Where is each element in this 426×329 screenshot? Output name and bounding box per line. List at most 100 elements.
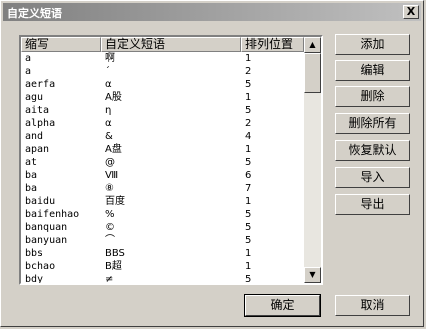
row-abbr: aerfa [25, 79, 56, 90]
row-abbr: banquan [25, 222, 68, 233]
row-abbr: baidu [25, 196, 56, 207]
row-phrase: ≠ [105, 274, 114, 283]
row-phrase: α [105, 118, 112, 129]
row-abbr: agu [25, 92, 44, 103]
column-header-abbr[interactable]: 缩写 [21, 37, 101, 52]
close-icon: X [406, 5, 416, 18]
column-header-phrase[interactable]: 自定义短语 [101, 37, 241, 52]
row-phrase: A盘 [105, 144, 122, 155]
title-bar: 自定义短语 X [3, 3, 421, 21]
table-row[interactable]: apan A盘 1 [21, 143, 304, 156]
row-position: 5 [245, 79, 252, 90]
row-phrase: & [105, 131, 113, 142]
table-row[interactable]: ba Ⅷ 6 [21, 169, 304, 182]
column-header-phrase-label: 自定义短语 [105, 37, 166, 51]
row-abbr: bdy [25, 274, 44, 283]
row-phrase: 啊 [105, 53, 115, 64]
table-row[interactable]: agu A股 1 [21, 91, 304, 104]
row-abbr: baifenhao [25, 209, 80, 220]
table-row[interactable]: and & 4 [21, 130, 304, 143]
table-row[interactable]: at @5 [21, 156, 304, 169]
table-row[interactable]: ba ⑧ 7 [21, 182, 304, 195]
column-header-position-label: 排列位置 [245, 37, 294, 51]
row-position: 6 [245, 170, 252, 181]
row-abbr: bbs [25, 248, 44, 259]
row-abbr: at [25, 157, 38, 168]
row-abbr: aita [25, 105, 50, 116]
row-position: 1 [245, 261, 252, 272]
row-phrase: Ⅷ [105, 170, 119, 181]
row-position: 5 [245, 209, 252, 220]
row-abbr: a [25, 66, 32, 77]
table-row[interactable]: bdy ≠ 5 [21, 273, 304, 283]
table-row[interactable]: bbs BBS 1 [21, 247, 304, 260]
row-abbr: apan [25, 144, 50, 155]
row-position: 5 [245, 222, 252, 233]
row-position: 4 [245, 131, 252, 142]
table-row[interactable]: bchao B超 1 [21, 260, 304, 273]
row-phrase: B超 [105, 261, 122, 272]
table-row[interactable]: banquan © 5 [21, 221, 304, 234]
row-position: 5 [245, 274, 252, 283]
column-header-position[interactable]: 排列位置 [241, 37, 304, 52]
table-row[interactable]: banyuan ⌒ 5 [21, 234, 304, 247]
row-phrase: ˊ [105, 66, 110, 77]
row-position: 1 [245, 53, 252, 64]
table-row[interactable]: baifenhao% 5 [21, 208, 304, 221]
row-abbr: ba [25, 183, 38, 194]
row-phrase: α [105, 79, 112, 90]
column-header-abbr-label: 缩写 [25, 37, 50, 51]
table-row[interactable]: a ˊ 2 [21, 65, 304, 78]
row-phrase: % [105, 209, 115, 220]
arrow-down-icon: ▼ [309, 270, 316, 279]
row-position: 5 [245, 235, 252, 246]
dialog-window: 自定义短语 X 缩写 自定义短语 排列位置 a 啊 1 a ˊ 2 aerfa α 5 agu A股… [0, 0, 424, 327]
row-position: 7 [245, 183, 252, 194]
table-row[interactable]: aerfa α 5 [21, 78, 304, 91]
row-abbr: ba [25, 170, 38, 181]
vertical-scrollbar[interactable]: ▲ ▼ [304, 37, 321, 283]
row-position: 1 [245, 248, 252, 259]
row-abbr: banyuan [25, 235, 68, 246]
row-abbr: bchao [25, 261, 56, 272]
row-phrase: A股 [105, 92, 122, 103]
row-position: 5 [245, 105, 252, 116]
row-position: 2 [245, 118, 252, 129]
cancel-button[interactable]: 取消 [335, 295, 410, 316]
row-position: 1 [245, 196, 252, 207]
table-row[interactable]: a 啊 1 [21, 52, 304, 65]
row-position: 1 [245, 144, 252, 155]
phrase-list-content: 缩写 自定义短语 排列位置 a 啊 1 a ˊ 2 aerfa α 5 agu A股 1 aita η 5 a… [21, 37, 304, 283]
scroll-down-button[interactable]: ▼ [304, 267, 321, 283]
scroll-thumb[interactable] [304, 53, 321, 93]
delete-all-button[interactable]: 删除所有 [335, 113, 410, 134]
row-position: 2 [245, 66, 252, 77]
row-abbr: and [25, 131, 44, 142]
ok-button[interactable]: 确定 [244, 294, 321, 317]
row-position: 1 [245, 92, 252, 103]
table-row[interactable]: baidu 百度 1 [21, 195, 304, 208]
row-phrase: @ [105, 157, 115, 168]
close-button[interactable]: X [403, 5, 419, 19]
import-button[interactable]: 导入 [335, 167, 410, 188]
row-phrase: © [105, 222, 115, 233]
row-phrase: ⑧ [105, 183, 114, 194]
arrow-up-icon: ▲ [309, 40, 316, 49]
table-row[interactable]: alpha α 2 [21, 117, 304, 130]
add-button[interactable]: 添加 [335, 34, 410, 55]
window-title: 自定义短语 [7, 7, 62, 20]
row-phrase: 百度 [105, 196, 125, 207]
table-row[interactable]: aita η 5 [21, 104, 304, 117]
delete-button[interactable]: 删除 [335, 86, 410, 107]
row-abbr: alpha [25, 118, 56, 129]
row-phrase: η [105, 105, 112, 116]
phrase-list[interactable]: 缩写 自定义短语 排列位置 a 啊 1 a ˊ 2 aerfa α 5 agu A股 1 aita η 5 a… [19, 35, 323, 285]
scroll-up-button[interactable]: ▲ [304, 37, 321, 53]
edit-button[interactable]: 编辑 [335, 60, 410, 81]
export-button[interactable]: 导出 [335, 194, 410, 215]
restore-default-button[interactable]: 恢复默认 [335, 140, 410, 161]
row-phrase: ⌒ [105, 235, 115, 246]
row-phrase: BBS [105, 248, 125, 259]
row-position: 5 [245, 157, 252, 168]
row-abbr: a [25, 53, 32, 64]
